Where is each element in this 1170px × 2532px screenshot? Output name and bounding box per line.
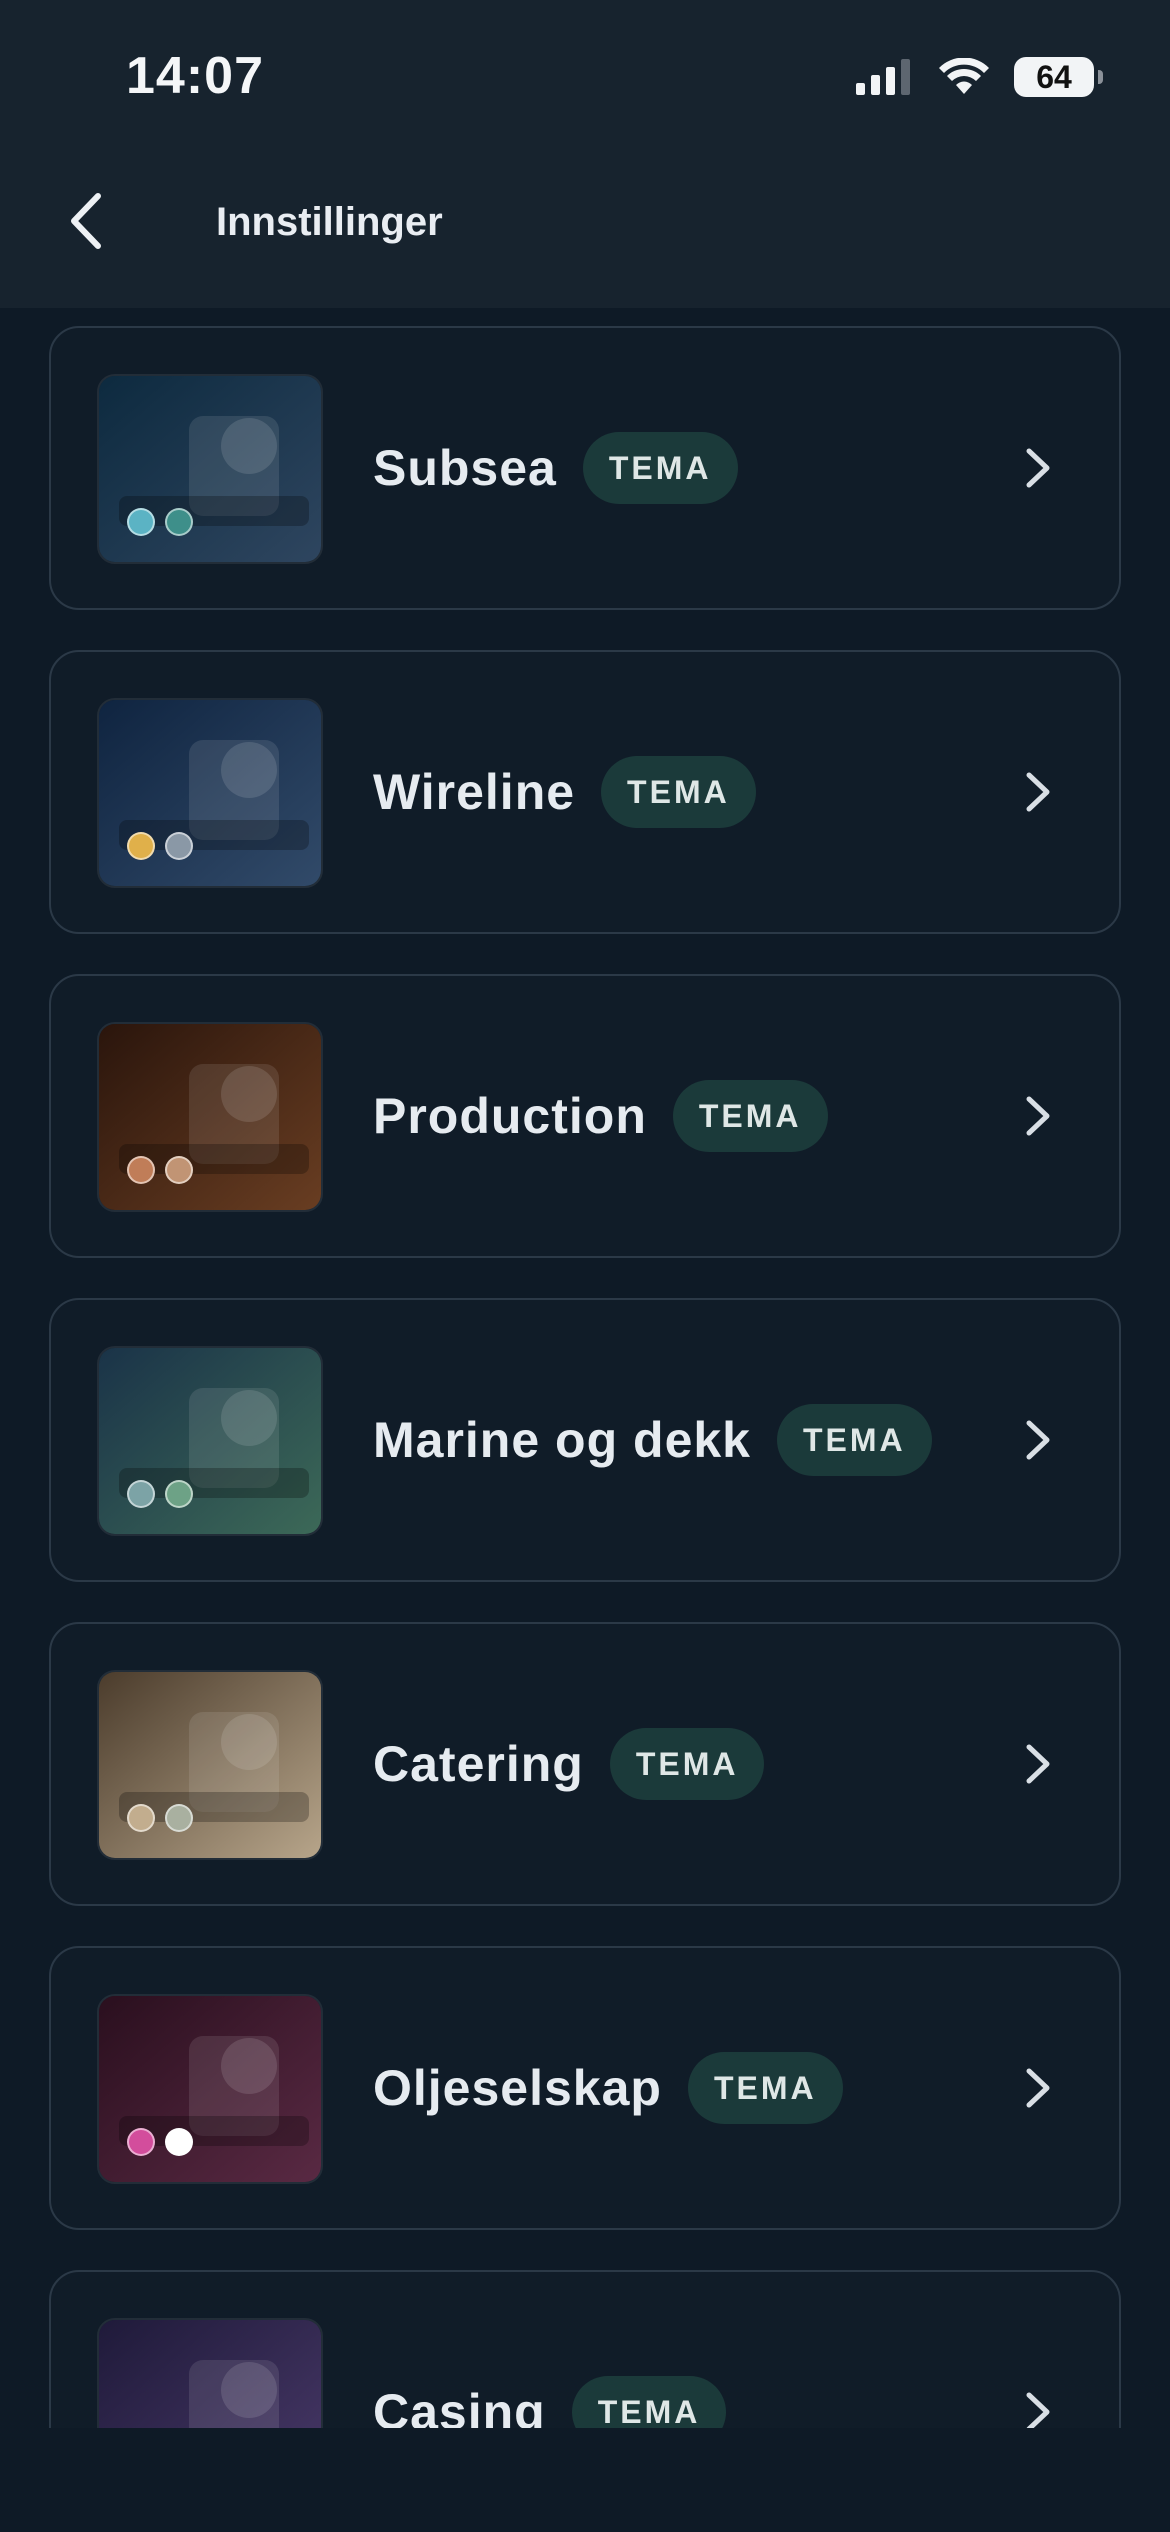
theme-thumbnail <box>97 1670 323 1860</box>
signal-icon <box>856 59 910 95</box>
color-dots <box>127 832 193 860</box>
primary-color-dot <box>127 1480 155 1508</box>
page-title: Innstillinger <box>216 200 443 244</box>
theme-name: Wireline <box>373 764 576 820</box>
back-button[interactable] <box>56 186 116 256</box>
color-dots <box>127 2128 193 2156</box>
chevron-right-icon <box>1026 1744 1050 1784</box>
color-dots <box>127 1480 193 1508</box>
top-bar: 14:07 64 Innstillinger <box>0 0 1170 308</box>
theme-label-row: Catering TEMA <box>373 1624 765 1904</box>
chevron-right-icon <box>1026 772 1050 812</box>
chevron-left-icon <box>71 193 101 249</box>
theme-thumbnail <box>97 698 323 888</box>
tema-badge: TEMA <box>582 432 738 504</box>
secondary-color-dot <box>165 1804 193 1832</box>
theme-thumbnail <box>97 1346 323 1536</box>
chevron-right-icon <box>1026 2392 1050 2428</box>
status-time: 14:07 <box>126 47 264 105</box>
tema-badge: TEMA <box>672 1080 828 1152</box>
secondary-color-dot <box>165 508 193 536</box>
primary-color-dot <box>127 2128 155 2156</box>
tema-badge: TEMA <box>777 1404 932 1476</box>
primary-color-dot <box>127 1804 155 1832</box>
tema-badge: TEMA <box>687 2052 843 2124</box>
theme-card[interactable]: Production TEMA <box>49 974 1121 1258</box>
theme-name: Production <box>373 1088 647 1144</box>
primary-color-dot <box>127 832 155 860</box>
bottom-area <box>0 2428 1170 2532</box>
theme-label-row: Wireline TEMA <box>373 652 756 932</box>
status-icons: 64 <box>856 52 1103 102</box>
theme-image <box>99 2320 321 2428</box>
tema-badge: TEMA <box>601 756 756 828</box>
primary-color-dot <box>127 508 155 536</box>
secondary-color-dot <box>165 832 193 860</box>
theme-name: Casing <box>373 2384 546 2428</box>
tema-badge: TEMA <box>571 2376 727 2428</box>
theme-label-row: Subsea TEMA <box>373 328 738 608</box>
theme-thumbnail <box>97 374 323 564</box>
chevron-right-icon <box>1026 448 1050 488</box>
theme-name: Catering <box>373 1736 584 1792</box>
theme-list: Subsea TEMA Wireline TEMA Production TEM… <box>0 308 1170 2428</box>
secondary-color-dot <box>165 1156 193 1184</box>
theme-thumbnail <box>97 1994 323 2184</box>
theme-card[interactable]: Marine og dekk TEMA <box>49 1298 1121 1582</box>
theme-label-row: Oljeselskap TEMA <box>373 1948 843 2228</box>
secondary-color-dot <box>165 1480 193 1508</box>
theme-card[interactable]: Wireline TEMA <box>49 650 1121 934</box>
theme-name: Marine og dekk <box>373 1412 751 1468</box>
battery-icon: 64 <box>1014 57 1103 97</box>
primary-color-dot <box>127 1156 155 1184</box>
theme-thumbnail <box>97 1022 323 1212</box>
theme-name: Subsea <box>373 440 557 496</box>
theme-card[interactable]: Oljeselskap TEMA <box>49 1946 1121 2230</box>
color-dots <box>127 1156 193 1184</box>
theme-name: Oljeselskap <box>373 2060 662 2116</box>
color-dots <box>127 508 193 536</box>
secondary-color-dot <box>165 2128 193 2156</box>
theme-label-row: Marine og dekk TEMA <box>373 1300 932 1580</box>
chevron-right-icon <box>1026 1420 1050 1460</box>
theme-card[interactable]: Catering TEMA <box>49 1622 1121 1906</box>
theme-label-row: Casing TEMA <box>373 2272 727 2428</box>
theme-thumbnail <box>97 2318 323 2428</box>
theme-card[interactable]: Casing TEMA <box>49 2270 1121 2428</box>
color-dots <box>127 1804 193 1832</box>
wifi-icon <box>939 58 989 94</box>
chevron-right-icon <box>1026 1096 1050 1136</box>
tema-badge: TEMA <box>609 1728 765 1800</box>
chevron-right-icon <box>1026 2068 1050 2108</box>
theme-card[interactable]: Subsea TEMA <box>49 326 1121 610</box>
theme-label-row: Production TEMA <box>373 976 828 1256</box>
